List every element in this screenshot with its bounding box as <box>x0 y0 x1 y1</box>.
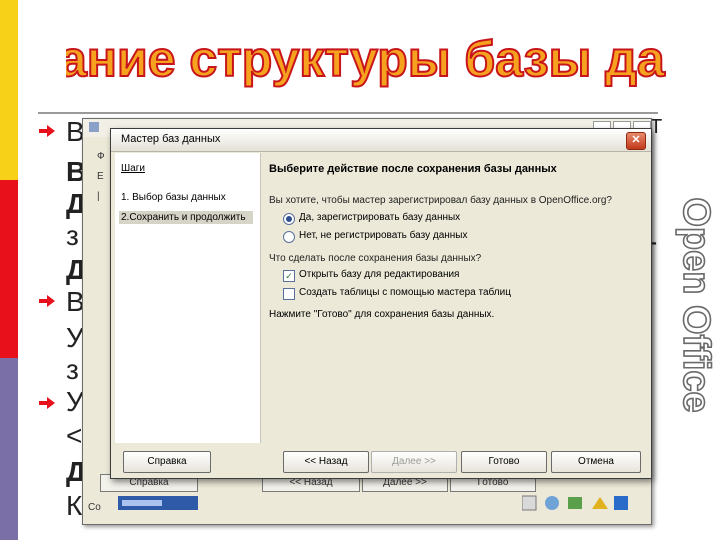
step-select-database[interactable]: 1. Выбор базы данных <box>119 191 228 204</box>
menu-item[interactable]: E <box>97 171 104 182</box>
bullet-arrow-icon <box>38 396 56 410</box>
radio-register-no-label[interactable]: Нет, не регистрировать базу данных <box>299 230 468 241</box>
checkbox-open-for-editing-label[interactable]: Открыть базу для редактирования <box>299 269 459 280</box>
checkbox-open-for-editing[interactable]: ✓ <box>283 270 295 282</box>
bullet-arrow-icon <box>38 124 56 138</box>
slide-text: < <box>66 420 83 451</box>
section-heading: Выберите действие после сохранения базы … <box>269 163 557 175</box>
dialog-close-button[interactable]: ✕ <box>626 132 646 150</box>
steps-header: Шаги <box>121 163 145 174</box>
app-icon <box>89 122 99 132</box>
menu-item[interactable]: | <box>97 191 100 202</box>
slide-text: з <box>66 354 79 385</box>
side-label-text: Open Office <box>675 197 717 412</box>
status-text: Со <box>88 502 101 513</box>
back-button[interactable]: << Назад <box>283 451 369 473</box>
cancel-button[interactable]: Отмена <box>551 451 641 473</box>
database-wizard-dialog: Мастер баз данных ✕ Шаги 1. Выбор базы д… <box>110 128 652 479</box>
help-button[interactable]: Справка <box>123 451 211 473</box>
logo-icon <box>118 496 198 510</box>
options-panel: Выберите действие после сохранения базы … <box>261 153 647 443</box>
system-tray-icons <box>521 494 632 512</box>
title-divider <box>38 112 658 114</box>
register-question: Вы хотите, чтобы мастер зарегистрировал … <box>269 195 612 206</box>
strip-red <box>0 180 18 358</box>
steps-panel: Шаги 1. Выбор базы данных 2.Сохранить и … <box>115 153 261 443</box>
step-save-and-proceed[interactable]: 2.Сохранить и продолжить <box>119 211 253 224</box>
dialog-button-row: Справка << Назад Далее >> Готово Отмена <box>111 447 651 475</box>
checkbox-create-tables-label[interactable]: Создать таблицы с помощью мастера таблиц <box>299 287 511 298</box>
slide-text: К <box>66 490 83 521</box>
next-button[interactable]: Далее >> <box>371 451 457 473</box>
dialog-title: Мастер баз данных <box>121 133 221 145</box>
checkbox-create-tables[interactable] <box>283 288 295 300</box>
strip-yellow <box>0 0 18 180</box>
after-save-question: Что сделать после сохранения базы данных… <box>269 253 482 264</box>
slide-title-text: Создание структуры базы данных <box>66 31 666 87</box>
slide-title: Создание структуры базы данных <box>0 22 720 92</box>
radio-register-yes[interactable] <box>283 213 295 225</box>
dialog-titlebar[interactable]: Мастер баз данных ✕ <box>111 129 651 152</box>
radio-register-yes-label[interactable]: Да, зарегистрировать базу данных <box>299 212 460 223</box>
bullet-arrow-icon <box>38 294 56 308</box>
finish-button[interactable]: Готово <box>461 451 547 473</box>
side-label: Open Office <box>670 95 720 515</box>
slide-text: з <box>66 220 79 251</box>
menu-item[interactable]: Ф <box>97 151 105 162</box>
strip-purple <box>0 358 18 540</box>
finish-hint: Нажмите "Готово" для сохранения базы дан… <box>269 309 495 320</box>
radio-register-no[interactable] <box>283 231 295 243</box>
